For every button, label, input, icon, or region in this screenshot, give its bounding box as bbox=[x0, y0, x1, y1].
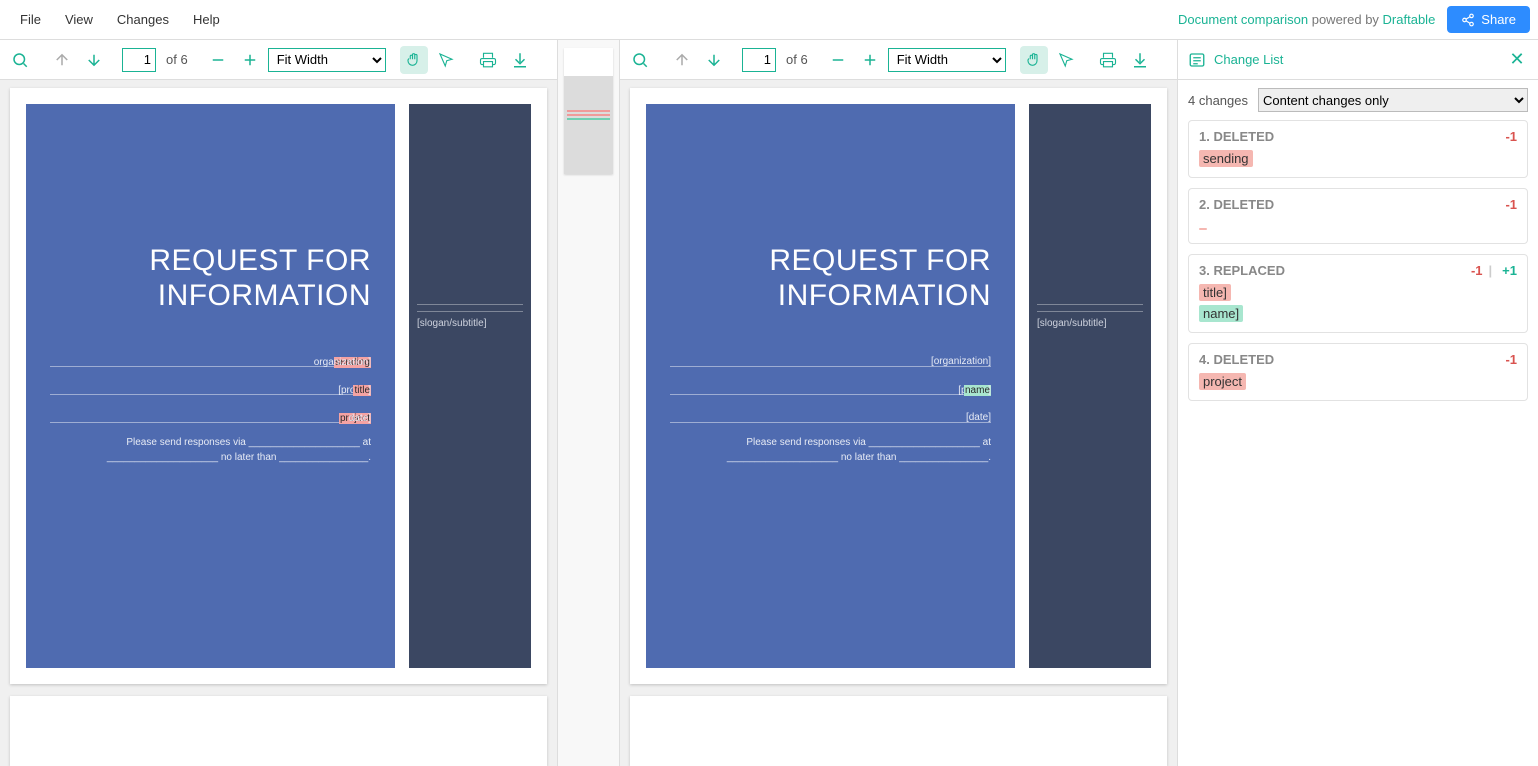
change-item[interactable]: 4. DELETED-1 project bbox=[1188, 343, 1528, 401]
left-toolbar: of 6 Fit Width bbox=[0, 40, 557, 80]
page-1-left: REQUEST FORINFORMATION [sending organiza… bbox=[10, 88, 547, 684]
change-list-title: Change List bbox=[1214, 52, 1283, 67]
page-2-right bbox=[630, 696, 1167, 766]
changes-filter-select[interactable]: Content changes only bbox=[1258, 88, 1528, 112]
change-panel: Change List ✕ 4 changes Content changes … bbox=[1178, 40, 1538, 766]
zoom-select[interactable]: Fit Width bbox=[268, 48, 386, 72]
right-toolbar: of 6 Fit Width bbox=[620, 40, 1177, 80]
change-list-icon bbox=[1188, 51, 1206, 69]
menu-file[interactable]: File bbox=[8, 4, 53, 35]
zoom-out-icon[interactable] bbox=[204, 46, 232, 74]
pan-tool-icon[interactable] bbox=[400, 46, 428, 74]
doc-title: REQUEST FORINFORMATION bbox=[670, 244, 991, 313]
zoom-select[interactable]: Fit Width bbox=[888, 48, 1006, 72]
menu-view[interactable]: View bbox=[53, 4, 105, 35]
select-tool-icon[interactable] bbox=[1052, 46, 1080, 74]
menu-changes[interactable]: Changes bbox=[105, 4, 181, 35]
doc-subtitle: [slogan/subtitle] bbox=[1037, 318, 1143, 329]
change-item[interactable]: 1. DELETED-1 sending bbox=[1188, 120, 1528, 178]
left-pane: of 6 Fit Width REQUEST FORINFORMATION bbox=[0, 40, 558, 766]
page-total: of 6 bbox=[166, 52, 188, 67]
select-tool-icon[interactable] bbox=[432, 46, 460, 74]
page-total: of 6 bbox=[786, 52, 808, 67]
download-icon[interactable] bbox=[506, 46, 534, 74]
page-1-right: REQUEST FORINFORMATION [organization] [p… bbox=[630, 88, 1167, 684]
next-page-icon[interactable] bbox=[700, 46, 728, 74]
zoom-in-icon[interactable] bbox=[236, 46, 264, 74]
right-pane: of 6 Fit Width REQUEST FORINFORMATION bbox=[620, 40, 1178, 766]
search-icon[interactable] bbox=[6, 46, 34, 74]
search-icon[interactable] bbox=[626, 46, 654, 74]
left-viewport[interactable]: REQUEST FORINFORMATION [sending organiza… bbox=[0, 80, 557, 766]
change-item[interactable]: 3. REPLACED-1|+1 title]name] bbox=[1188, 254, 1528, 333]
thumbnail[interactable] bbox=[564, 48, 613, 174]
zoom-in-icon[interactable] bbox=[856, 46, 884, 74]
print-icon[interactable] bbox=[1094, 46, 1122, 74]
share-icon bbox=[1461, 13, 1475, 27]
changes-count: 4 changes bbox=[1188, 93, 1248, 108]
page-input[interactable] bbox=[742, 48, 776, 72]
download-icon[interactable] bbox=[1126, 46, 1154, 74]
change-item[interactable]: 2. DELETED-1 bbox=[1188, 188, 1528, 244]
changes-list[interactable]: 1. DELETED-1 sending 2. DELETED-1 3. REP… bbox=[1178, 120, 1538, 766]
thumbnail-strip bbox=[558, 40, 620, 766]
menu-help[interactable]: Help bbox=[181, 4, 232, 35]
pan-tool-icon[interactable] bbox=[1020, 46, 1048, 74]
brand-text: Document comparison powered by Draftable bbox=[1178, 12, 1435, 27]
page-input[interactable] bbox=[122, 48, 156, 72]
menubar: File View Changes Help Document comparis… bbox=[0, 0, 1538, 40]
prev-page-icon[interactable] bbox=[668, 46, 696, 74]
right-viewport[interactable]: REQUEST FORINFORMATION [organization] [p… bbox=[620, 80, 1177, 766]
next-page-icon[interactable] bbox=[80, 46, 108, 74]
print-icon[interactable] bbox=[474, 46, 502, 74]
close-icon[interactable]: ✕ bbox=[1506, 49, 1528, 70]
share-button[interactable]: Share bbox=[1447, 6, 1530, 33]
doc-subtitle: [slogan/subtitle] bbox=[417, 318, 523, 329]
doc-title: REQUEST FORINFORMATION bbox=[50, 244, 371, 313]
prev-page-icon[interactable] bbox=[48, 46, 76, 74]
page-2-left bbox=[10, 696, 547, 766]
zoom-out-icon[interactable] bbox=[824, 46, 852, 74]
